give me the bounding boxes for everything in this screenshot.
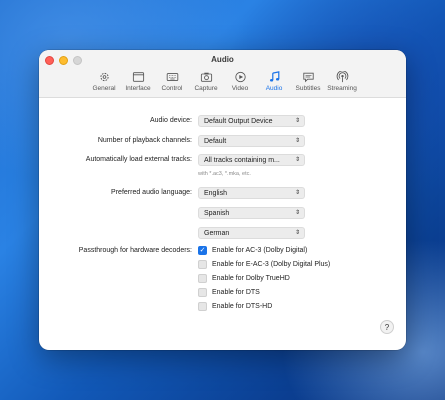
preferences-tabs: General Interface Control Capture Video … xyxy=(87,70,359,96)
passthrough-label: Passthrough for hardware decoders: xyxy=(78,247,192,254)
chevron-up-down-icon: ⇕ xyxy=(294,157,300,163)
chevron-up-down-icon: ⇕ xyxy=(294,210,300,216)
broadcast-icon xyxy=(335,70,349,83)
preferred-language-popup-1[interactable]: English ⇕ xyxy=(198,187,305,199)
language-value: German xyxy=(204,230,230,237)
audio-device-value: Default Output Device xyxy=(204,118,273,125)
external-tracks-label: Automatically load external tracks: xyxy=(85,156,192,163)
tab-label: Subtitles xyxy=(295,85,321,92)
tab-label: Control xyxy=(161,85,183,92)
external-tracks-hint: with *.ac3, *.mka, etc. xyxy=(198,171,251,177)
external-tracks-popup[interactable]: All tracks containing m... ⇕ xyxy=(198,154,305,166)
option-label: Enable for E-AC-3 (Dolby Digital Plus) xyxy=(212,261,331,268)
tab-audio[interactable]: Audio xyxy=(257,70,291,96)
tab-control[interactable]: Control xyxy=(155,70,189,96)
audio-device-popup[interactable]: Default Output Device ⇕ xyxy=(198,115,305,127)
chevron-up-down-icon: ⇕ xyxy=(294,118,300,124)
language-value: Spanish xyxy=(204,210,230,217)
channels-value: Default xyxy=(204,138,227,145)
tab-label: General xyxy=(92,85,116,92)
checkbox[interactable] xyxy=(198,302,207,311)
audio-device-label: Audio device: xyxy=(149,117,192,124)
tab-label: Audio xyxy=(265,85,283,92)
preferred-language-label: Preferred audio language: xyxy=(111,189,192,196)
tab-label: Streaming xyxy=(327,85,357,92)
tab-label: Video xyxy=(231,85,249,92)
tab-interface[interactable]: Interface xyxy=(121,70,155,96)
tab-label: Capture xyxy=(194,85,218,92)
keyboard-icon xyxy=(165,70,179,83)
option-label: Enable for DTS-HD xyxy=(212,303,273,310)
play-icon xyxy=(233,70,247,83)
chevron-up-down-icon: ⇕ xyxy=(294,138,300,144)
tab-streaming[interactable]: Streaming xyxy=(325,70,359,96)
gear-icon xyxy=(97,70,111,83)
music-note-icon xyxy=(267,70,281,83)
external-tracks-value: All tracks containing m... xyxy=(204,157,280,164)
tab-capture[interactable]: Capture xyxy=(189,70,223,96)
passthrough-dts-option[interactable]: Enable for DTS xyxy=(198,288,260,297)
window-title: Audio xyxy=(211,55,234,64)
checkbox[interactable] xyxy=(198,274,207,283)
channels-label: Number of playback channels: xyxy=(97,137,192,144)
help-button[interactable]: ? xyxy=(380,320,394,334)
passthrough-dtshd-option[interactable]: Enable for DTS-HD xyxy=(198,302,272,311)
language-value: English xyxy=(204,190,227,197)
option-label: Enable for Dolby TrueHD xyxy=(212,275,290,282)
preferences-window: Audio General Interface Control Capture … xyxy=(39,50,406,350)
chevron-up-down-icon: ⇕ xyxy=(294,230,300,236)
speech-bubble-icon xyxy=(301,70,315,83)
option-label: Enable for DTS xyxy=(212,289,260,296)
channels-popup[interactable]: Default ⇕ xyxy=(198,135,305,147)
tab-video[interactable]: Video xyxy=(223,70,257,96)
preferred-language-popup-2[interactable]: Spanish ⇕ xyxy=(198,207,305,219)
tab-general[interactable]: General xyxy=(87,70,121,96)
checkbox[interactable] xyxy=(198,260,207,269)
camera-icon xyxy=(199,70,213,83)
tab-label: Interface xyxy=(125,85,151,92)
chevron-up-down-icon: ⇕ xyxy=(294,190,300,196)
toolbar: Audio General Interface Control Capture … xyxy=(39,50,406,98)
option-label: Enable for AC-3 (Dolby Digital) xyxy=(212,247,308,254)
window-icon xyxy=(131,70,145,83)
checkbox[interactable] xyxy=(198,288,207,297)
checkbox-checked[interactable]: ✓ xyxy=(198,246,207,255)
audio-settings-pane: Audio device: Default Output Device ⇕ Nu… xyxy=(39,98,406,350)
passthrough-eac3-option[interactable]: Enable for E-AC-3 (Dolby Digital Plus) xyxy=(198,260,330,269)
preferred-language-popup-3[interactable]: German ⇕ xyxy=(198,227,305,239)
tab-subtitles[interactable]: Subtitles xyxy=(291,70,325,96)
passthrough-ac3-option[interactable]: ✓ Enable for AC-3 (Dolby Digital) xyxy=(198,246,307,255)
passthrough-truehd-option[interactable]: Enable for Dolby TrueHD xyxy=(198,274,290,283)
